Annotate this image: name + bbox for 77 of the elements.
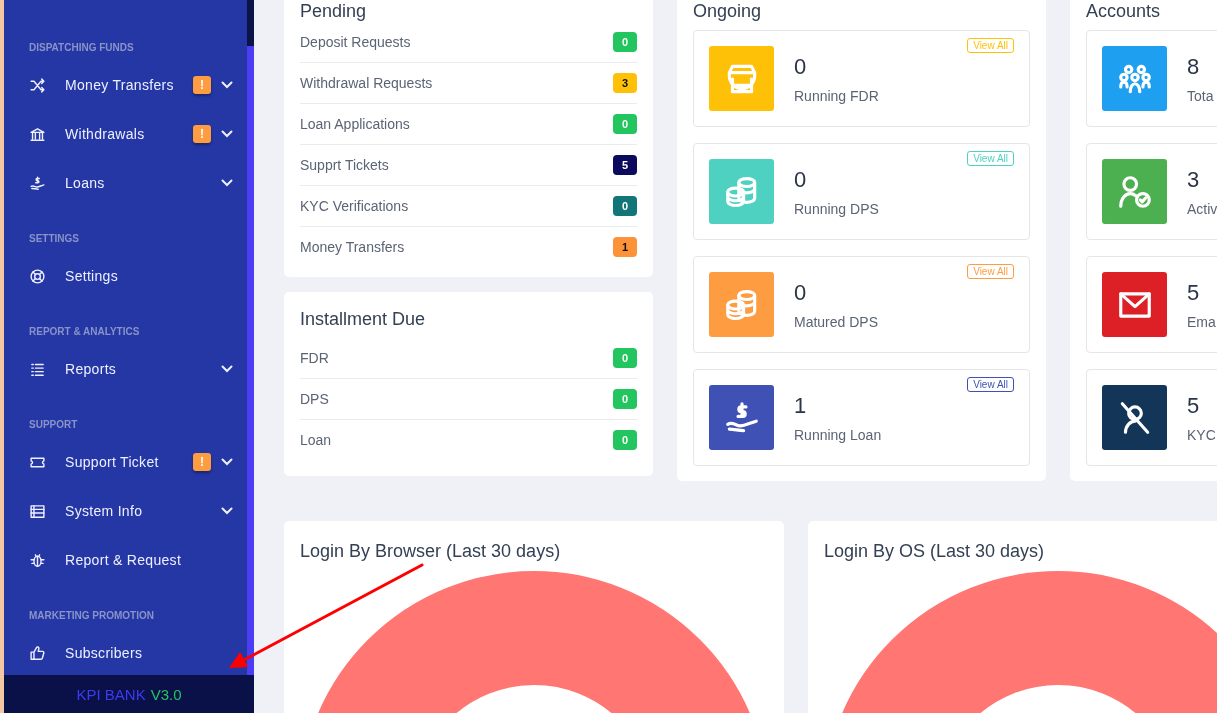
stat-label: KYC bbox=[1187, 426, 1217, 443]
card-title: Ongoing bbox=[693, 0, 763, 22]
list-item-label: Withdrawal Requests bbox=[300, 75, 433, 91]
nav-item[interactable]: Reports bbox=[29, 354, 247, 384]
stat-value: 5 bbox=[1187, 279, 1201, 306]
hand-icon bbox=[29, 174, 46, 192]
bank-icon bbox=[29, 125, 46, 143]
stat-label: Activ bbox=[1187, 200, 1217, 217]
stat-label: Running Loan bbox=[794, 426, 883, 443]
count-badge: 1 bbox=[613, 237, 637, 257]
stat-value: 3 bbox=[1187, 166, 1201, 193]
alert-badge: ! bbox=[193, 453, 211, 471]
count-badge: 0 bbox=[613, 196, 637, 216]
stat-value: 8 bbox=[1187, 53, 1201, 80]
server-icon bbox=[29, 502, 46, 520]
nav-label: Support Ticket bbox=[65, 454, 159, 470]
alert-badge: ! bbox=[193, 125, 211, 143]
nav-item[interactable]: Subscribers bbox=[29, 638, 247, 668]
stat-value: 5 bbox=[1187, 392, 1201, 419]
chart-title: Login By OS (Last 30 days) bbox=[824, 540, 1046, 562]
stat-label: Tota bbox=[1187, 87, 1215, 104]
brand-name: KPI BANK bbox=[76, 685, 146, 703]
list-item-label: Loan Applications bbox=[300, 116, 410, 132]
nav-label: Subscribers bbox=[65, 645, 143, 661]
stat-value: 1 bbox=[794, 392, 808, 419]
nav-label: Report & Request bbox=[65, 552, 182, 568]
list-item-label: FDR bbox=[300, 350, 329, 366]
nav-label: Money Transfers bbox=[65, 77, 174, 93]
version-label: V3.0 bbox=[150, 685, 182, 703]
nav-item[interactable]: Money Transfers ! bbox=[29, 70, 247, 100]
stat-value: 0 bbox=[794, 166, 808, 193]
bug-icon bbox=[29, 551, 46, 569]
stat-label: Running FDR bbox=[794, 87, 880, 104]
stat-label: Ema bbox=[1187, 313, 1217, 330]
list-item-label: KYC Verifications bbox=[300, 198, 409, 214]
section-heading: MARKETING PROMOTION bbox=[29, 609, 155, 623]
count-badge: 5 bbox=[613, 155, 637, 175]
list-item-label: Money Transfers bbox=[300, 239, 405, 255]
section-heading: REPORT & ANALYTICS bbox=[29, 325, 141, 339]
count-badge: 3 bbox=[613, 73, 637, 93]
list-item-label: DPS bbox=[300, 391, 329, 407]
stat-value: 0 bbox=[794, 53, 808, 80]
section-heading: DISPATCHING FUNDS bbox=[29, 41, 135, 55]
view-all-link[interactable]: View All bbox=[967, 377, 1014, 392]
stat-label: Matured DPS bbox=[794, 313, 880, 330]
nav-item[interactable]: Loans bbox=[29, 168, 247, 198]
thumb-icon bbox=[29, 644, 46, 662]
nav-label: Settings bbox=[65, 268, 118, 284]
list-item-label: Deposit Requests bbox=[300, 34, 411, 50]
nav-item[interactable]: Withdrawals ! bbox=[29, 119, 247, 149]
shuffle-icon bbox=[29, 76, 46, 94]
nav-label: Reports bbox=[65, 361, 117, 377]
scrollbar-thumb[interactable] bbox=[247, 0, 254, 46]
count-badge: 0 bbox=[613, 32, 637, 52]
section-heading: SUPPORT bbox=[29, 418, 79, 432]
list-item-label: Loan bbox=[300, 432, 332, 448]
card-title: Installment Due bbox=[300, 308, 427, 331]
nav-item[interactable]: Settings bbox=[29, 261, 247, 291]
chart-title: Login By Browser (Last 30 days) bbox=[300, 540, 562, 562]
alert-badge: ! bbox=[193, 76, 211, 94]
nav-label: Loans bbox=[65, 175, 105, 191]
card-title: Pending bbox=[300, 0, 368, 22]
nav-label: System Info bbox=[65, 503, 143, 519]
nav-item[interactable]: Support Ticket ! bbox=[29, 447, 247, 477]
count-badge: 0 bbox=[613, 114, 637, 134]
stat-value: 0 bbox=[794, 279, 808, 306]
nav-item[interactable]: Report & Request bbox=[29, 545, 247, 575]
count-badge: 0 bbox=[613, 430, 637, 450]
nav-item[interactable]: System Info bbox=[29, 496, 247, 526]
card-title: Accounts bbox=[1086, 0, 1162, 22]
stat-label: Running DPS bbox=[794, 200, 880, 217]
lifebuoy-icon bbox=[29, 267, 46, 285]
nav-label: Withdrawals bbox=[65, 126, 145, 142]
count-badge: 0 bbox=[613, 348, 637, 368]
section-heading: SETTINGS bbox=[29, 232, 80, 246]
count-badge: 0 bbox=[613, 389, 637, 409]
list-item-label: Supprt Tickets bbox=[300, 157, 389, 173]
